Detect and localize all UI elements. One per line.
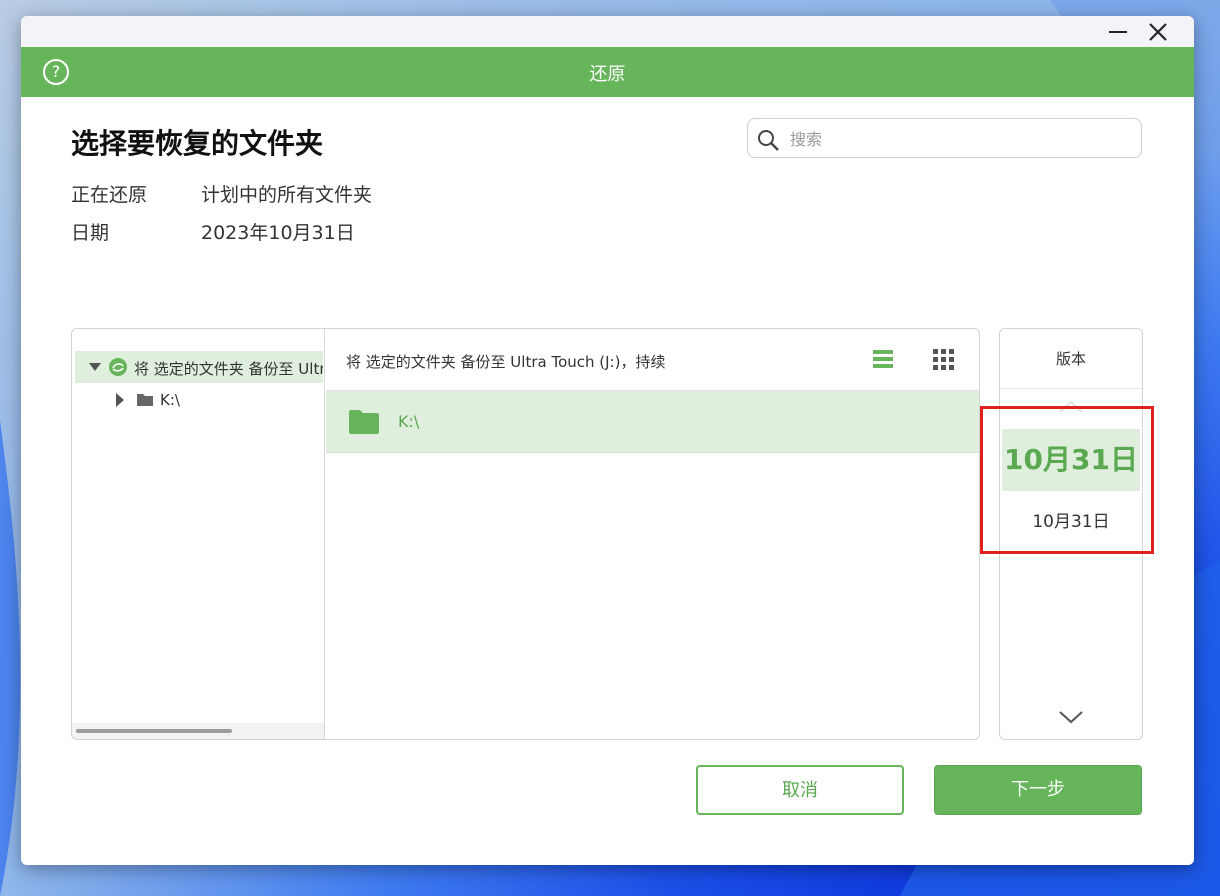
scrollbar-thumb[interactable] — [76, 729, 232, 733]
horizontal-scrollbar[interactable] — [72, 723, 324, 739]
minimize-icon — [1109, 31, 1127, 33]
seagate-logo-icon — [109, 358, 127, 376]
restoring-value: 计划中的所有文件夹 — [201, 184, 373, 206]
current-path: 将 选定的文件夹 备份至 Ultra Touch (J:)，持续 — [346, 353, 666, 371]
dialog-header: ? 还原 — [21, 47, 1194, 97]
file-row-k-drive[interactable]: K:\ — [326, 391, 979, 453]
list-view-button[interactable] — [871, 347, 895, 371]
search-input[interactable] — [790, 127, 1130, 151]
date-label: 日期 — [71, 222, 110, 244]
tree-item-label: K:\ — [160, 391, 180, 409]
caret-down-icon[interactable] — [89, 362, 101, 372]
folder-tree: 将 选定的文件夹 备份至 Ultra Touch (J:)，持续 K:\ — [72, 329, 325, 739]
chevron-down-icon[interactable] — [1058, 709, 1084, 725]
search-box — [747, 118, 1142, 158]
file-name: K:\ — [398, 412, 420, 431]
browser-panel: 将 选定的文件夹 备份至 Ultra Touch (J:)，持续 K:\ 将 选… — [71, 328, 980, 740]
search-icon — [758, 130, 779, 151]
version-item[interactable]: 10月31日 — [1002, 507, 1140, 537]
folder-icon — [137, 394, 153, 406]
tree-item-label: 将 选定的文件夹 备份至 Ultra Touch (J:)，持续 — [134, 360, 323, 378]
close-button[interactable] — [1143, 20, 1173, 44]
version-header: 版本 — [1000, 329, 1142, 389]
title-bar — [21, 16, 1194, 47]
restoring-label: 正在还原 — [71, 184, 148, 206]
folder-icon — [349, 410, 379, 434]
list-view-icon — [873, 350, 893, 368]
minimize-button[interactable] — [1103, 20, 1133, 44]
version-panel: 版本 10月31日 10月31日 — [999, 328, 1143, 740]
file-list-header: 将 选定的文件夹 备份至 Ultra Touch (J:)，持续 — [326, 329, 979, 391]
chevron-up-icon[interactable] — [1058, 399, 1084, 415]
tree-item-backup-plan[interactable]: 将 选定的文件夹 备份至 Ultra Touch (J:)，持续 — [75, 351, 323, 383]
date-value: 2023年10月31日 — [201, 222, 355, 244]
grid-view-icon — [933, 349, 954, 370]
close-icon — [1149, 23, 1167, 41]
page-title: 选择要恢复的文件夹 — [71, 127, 324, 160]
next-button[interactable]: 下一步 — [934, 765, 1142, 815]
dialog-title: 还原 — [589, 64, 626, 85]
restore-dialog: ? 还原 选择要恢复的文件夹 正在还原 计划中的所有文件夹 日期 2023年10… — [21, 16, 1194, 865]
file-list: 将 选定的文件夹 备份至 Ultra Touch (J:)，持续 K:\ — [326, 329, 979, 739]
caret-right-icon[interactable] — [115, 393, 125, 407]
grid-view-button[interactable] — [931, 347, 955, 371]
version-selected[interactable]: 10月31日 — [1002, 429, 1140, 491]
cancel-button[interactable]: 取消 — [696, 765, 904, 815]
